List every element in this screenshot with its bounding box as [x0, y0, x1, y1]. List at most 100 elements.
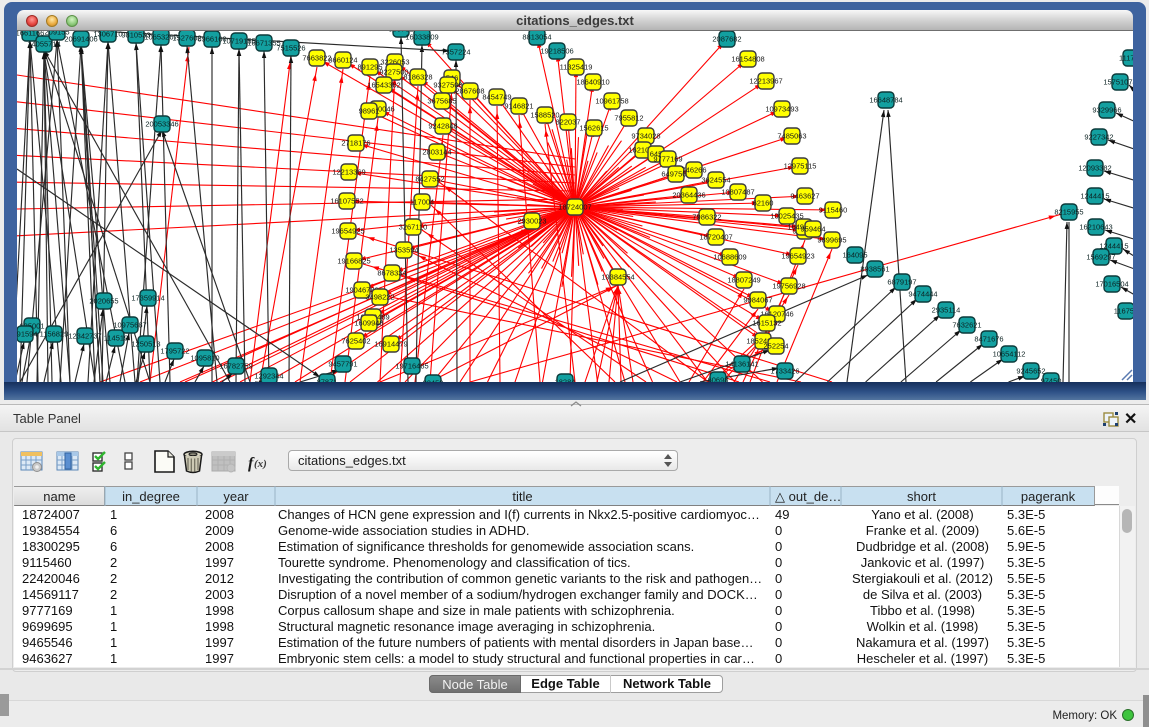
svg-text:1292344: 1292344 [254, 372, 283, 381]
svg-text:1244415: 1244415 [1080, 192, 1109, 201]
svg-text:1569297: 1569297 [1086, 253, 1115, 262]
svg-text:16107552: 16107552 [330, 197, 363, 206]
svg-text:8215955: 8215955 [1054, 208, 1083, 217]
svg-text:17016504: 17016504 [1095, 280, 1128, 289]
svg-text:1733426: 1733426 [770, 367, 799, 376]
svg-text:114519: 114519 [104, 334, 128, 343]
svg-text:3675685: 3675685 [427, 97, 456, 106]
svg-text:19654923: 19654923 [781, 252, 814, 261]
svg-text:7625402: 7625402 [341, 337, 370, 346]
svg-text:3498222: 3498222 [365, 293, 394, 302]
svg-text:19218506: 19218506 [540, 47, 573, 56]
svg-text:1562615: 1562615 [579, 124, 608, 133]
svg-text:7663822: 7663822 [302, 54, 331, 63]
svg-text:12213967: 12213967 [749, 77, 782, 86]
svg-text:62160: 62160 [753, 199, 774, 208]
svg-text:9899695: 9899695 [817, 236, 846, 245]
svg-text:1156829: 1156829 [40, 330, 69, 339]
svg-text:391594: 391594 [17, 330, 38, 339]
svg-text:11325419: 11325419 [560, 63, 593, 72]
svg-text:1609948: 1609948 [354, 319, 383, 328]
svg-text:18807249: 18807249 [727, 276, 760, 285]
svg-text:9115460: 9115460 [819, 206, 848, 215]
svg-text:16033809: 16033809 [405, 33, 438, 42]
svg-text:9245652: 9245652 [1016, 367, 1045, 376]
svg-text:822037: 822037 [555, 118, 580, 127]
svg-text:9463627: 9463627 [790, 192, 819, 201]
svg-text:9242848: 9242848 [428, 122, 457, 131]
svg-text:19166825: 19166825 [337, 257, 370, 266]
svg-text:97450: 97450 [1041, 377, 1062, 383]
svg-text:2718176: 2718176 [341, 139, 370, 148]
svg-text:9734028: 9734028 [631, 132, 660, 141]
svg-text:60698: 60698 [708, 376, 729, 383]
svg-text:20364436: 20364436 [672, 191, 705, 200]
svg-text:16648784: 16648784 [869, 96, 902, 105]
svg-text:7515526: 7515526 [276, 44, 305, 53]
svg-text:8186328: 8186328 [403, 73, 432, 82]
svg-text:1615132: 1615132 [752, 319, 781, 328]
svg-text:9227342: 9227342 [1084, 133, 1113, 142]
svg-text:20053346: 20053346 [145, 120, 178, 129]
svg-text:16210643: 16210643 [1079, 223, 1112, 232]
svg-text:19384554: 19384554 [601, 273, 634, 282]
svg-text:10961758: 10961758 [595, 97, 628, 106]
svg-text:12342737: 12342737 [68, 332, 101, 341]
svg-text:1306710: 1306710 [93, 31, 122, 39]
svg-text:117004: 117004 [410, 198, 434, 207]
svg-text:8454749: 8454749 [482, 93, 511, 102]
svg-text:10654112: 10654112 [993, 350, 1026, 359]
svg-text:9777169: 9777169 [653, 155, 682, 164]
svg-text:2803144: 2803144 [422, 148, 451, 157]
svg-text:14136141: 14136141 [725, 360, 758, 369]
svg-text:12213369: 12213369 [332, 168, 365, 177]
svg-text:16154808: 16154808 [731, 55, 764, 64]
svg-text:9146821: 9146821 [504, 102, 533, 111]
svg-text:7986322: 7986322 [692, 213, 721, 222]
svg-text:7357224: 7357224 [441, 48, 470, 57]
svg-text:9084067: 9084067 [743, 296, 772, 305]
svg-text:2930023: 2930023 [517, 217, 546, 226]
svg-text:111731: 111731 [1119, 54, 1133, 63]
svg-text:959464: 959464 [800, 225, 825, 234]
svg-text:12093382: 12093382 [1078, 164, 1111, 173]
svg-text:1250513: 1250513 [131, 340, 160, 349]
svg-text:116753: 116753 [1114, 307, 1133, 316]
svg-text:7955812: 7955812 [614, 114, 643, 123]
svg-text:252254: 252254 [763, 342, 788, 351]
svg-text:3624554: 3624554 [701, 176, 730, 185]
svg-text:18720407: 18720407 [699, 233, 732, 242]
svg-text:8813054: 8813054 [522, 33, 551, 42]
svg-text:10975687: 10975687 [113, 321, 146, 330]
svg-text:9457791: 9457791 [328, 360, 357, 369]
svg-text:1795722: 1795722 [160, 347, 189, 356]
svg-text:9329966: 9329966 [1092, 106, 1121, 115]
svg-text:1353594: 1353594 [389, 246, 418, 255]
svg-text:18724007: 18724007 [558, 203, 591, 212]
svg-text:7485063: 7485063 [777, 132, 806, 141]
svg-text:18284: 18284 [555, 378, 576, 383]
svg-text:8938561: 8938561 [860, 265, 889, 274]
svg-text:10807487: 10807487 [721, 188, 754, 197]
svg-text:1095810: 1095810 [190, 354, 219, 363]
svg-text:2087682: 2087682 [712, 35, 741, 44]
svg-text:16782759: 16782759 [219, 362, 252, 371]
svg-text:3267110: 3267110 [399, 223, 428, 232]
svg-text:2867608: 2867608 [455, 87, 484, 96]
svg-text:14055714: 14055714 [27, 40, 60, 49]
svg-text:16914479: 16914479 [374, 340, 407, 349]
svg-text:10688609: 10688609 [713, 253, 746, 262]
svg-text:12975115: 12975115 [784, 162, 817, 171]
svg-text:7632621: 7632621 [952, 321, 981, 330]
svg-text:6879197: 6879197 [887, 278, 916, 287]
svg-text:17359914: 17359914 [131, 294, 164, 303]
svg-text:92450: 92450 [423, 379, 444, 383]
svg-text:9474444: 9474444 [908, 290, 937, 299]
svg-text:746266: 746266 [681, 166, 706, 175]
svg-text:18640910: 18640910 [576, 78, 609, 87]
svg-text:8471676: 8471676 [974, 335, 1003, 344]
svg-text:19716485: 19716485 [395, 362, 428, 371]
svg-text:2020655: 2020655 [89, 297, 118, 306]
svg-text:(x): (x) [254, 458, 267, 470]
svg-text:164095: 164095 [842, 251, 867, 260]
